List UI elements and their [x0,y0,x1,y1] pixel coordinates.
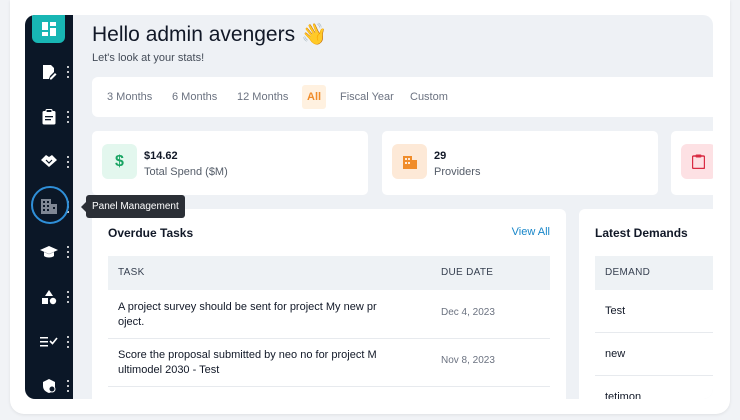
demand-text: Test [605,305,626,317]
table-row[interactable]: A project survey should be sent for proj… [108,290,550,339]
stat-card-total-spend: $ $14.62 Total Spend ($M) [92,131,368,195]
filter-tab-6-months[interactable]: 6 Months [172,91,217,103]
column-header-task: TASK [118,267,145,278]
table-row[interactable]: Score the proposal submitted by neo no f… [108,338,550,387]
table-row[interactable]: new [595,333,713,376]
checklist-icon[interactable] [33,328,65,356]
page-subtitle: Let's look at your stats! [92,52,205,64]
app-shell: Hello admin avengers 👋 Let's look at you… [25,15,713,399]
column-header-demand: DEMAND [605,267,651,278]
sidebar-item-menu-icon[interactable] [66,111,70,123]
clipboard-icon[interactable] [33,103,65,131]
sidebar-item-menu-icon[interactable] [66,291,70,303]
stat-value: 29 [434,150,447,162]
latest-demands-panel: Latest Demands DEMAND Test new tetimon [579,209,713,399]
column-header-due-date: DUE DATE [441,267,494,278]
filter-tab-12-months[interactable]: 12 Months [237,91,288,103]
table-row[interactable]: tetimon [595,376,713,399]
logo-icon[interactable] [32,15,65,43]
due-date: Dec 4, 2023 [441,307,495,318]
sidebar-tooltip: Panel Management [81,195,185,218]
task-text: A project survey should be sent for proj… [118,301,377,328]
shapes-icon[interactable] [33,283,65,311]
sidebar [25,15,73,399]
table-header: DEMAND [595,256,713,290]
sidebar-item-menu-icon[interactable] [66,380,70,392]
due-date: Nov 8, 2023 [441,355,495,366]
clipboard-icon [681,144,713,179]
table-row[interactable]: Test [595,290,713,333]
filter-tab-custom[interactable]: Custom [410,91,448,103]
sidebar-item-menu-icon[interactable] [66,336,70,348]
filter-tab-fiscal-year[interactable]: Fiscal Year [340,91,394,103]
active-item-highlight [31,186,69,224]
document-edit-icon[interactable] [33,58,65,86]
stat-label: Providers [434,166,481,178]
handshake-icon[interactable] [33,147,65,175]
filter-tab-all[interactable]: All [302,85,327,109]
sidebar-item-menu-icon[interactable] [66,66,70,78]
building-icon [392,144,427,179]
sidebar-item-menu-icon[interactable] [66,156,70,168]
overdue-tasks-panel: Overdue Tasks View All TASK DUE DATE A p… [92,209,566,399]
graduation-cap-icon[interactable] [33,238,65,266]
sidebar-item-menu-icon[interactable] [66,246,70,258]
page-title: Hello admin avengers 👋 [92,23,328,46]
stat-label: Total Spend ($M) [144,166,228,178]
table-header: TASK DUE DATE [108,256,550,290]
panel-title: Latest Demands [595,226,688,240]
demand-text: tetimon [605,391,642,399]
stat-card-providers: 29 Providers [382,131,658,195]
time-filter-bar: 3 Months 6 Months 12 Months All Fiscal Y… [92,77,713,117]
panel-title: Overdue Tasks [108,226,194,240]
shield-home-icon[interactable] [33,372,65,399]
demand-text: new [605,348,626,360]
filter-tab-3-months[interactable]: 3 Months [107,91,152,103]
view-all-link[interactable]: View All [512,226,550,238]
stat-value: $14.62 [144,150,178,162]
stat-card-partial [671,131,713,195]
task-text: Score the proposal submitted by neo no f… [118,349,377,376]
dollar-icon: $ [102,144,137,179]
